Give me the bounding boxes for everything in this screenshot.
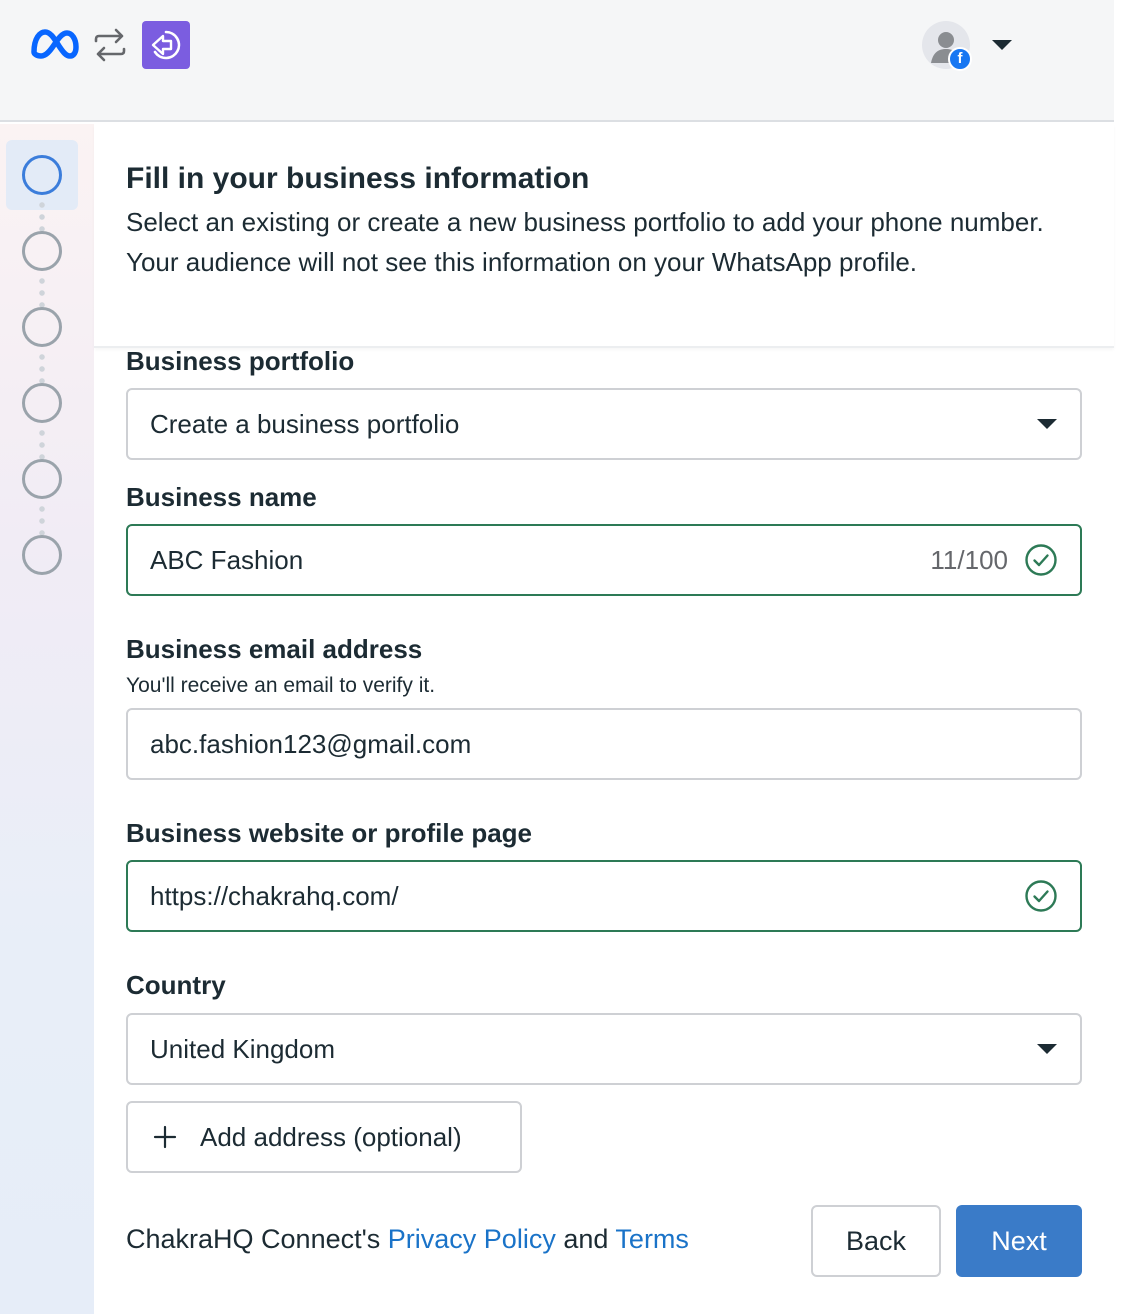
step-6-indicator xyxy=(22,535,62,575)
step-2-indicator xyxy=(22,231,62,271)
step-5-indicator xyxy=(22,459,62,499)
portfolio-label: Business portfolio xyxy=(126,346,355,376)
step-4-indicator xyxy=(22,383,62,423)
chevron-down-icon xyxy=(1037,1044,1057,1054)
portfolio-select[interactable]: Create a business portfolio xyxy=(126,388,1082,460)
app-glyph-icon xyxy=(151,30,181,60)
app-diamond-arrow-icon[interactable] xyxy=(142,21,190,69)
email-label: Business email address xyxy=(126,634,423,664)
panel-header: Fill in your business information Select… xyxy=(94,124,1114,348)
step-connector xyxy=(39,503,45,539)
step-connector xyxy=(39,199,45,235)
step-progress-rail xyxy=(0,124,94,1314)
account-menu-caret-icon[interactable] xyxy=(990,38,1014,52)
website-field[interactable]: https://chakrahq.com/ xyxy=(126,860,1082,932)
step-connector xyxy=(39,351,45,387)
back-button[interactable]: Back xyxy=(811,1205,941,1277)
business-name-label: Business name xyxy=(126,482,317,512)
terms-link[interactable]: Terms xyxy=(615,1224,689,1254)
page-subtitle: Select an existing or create a new busin… xyxy=(126,207,1044,277)
page-title: Fill in your business information xyxy=(126,162,590,195)
check-circle-icon xyxy=(1025,880,1057,912)
facebook-badge-icon: f xyxy=(948,47,972,71)
plus-icon xyxy=(153,1125,177,1149)
meta-logo-icon[interactable] xyxy=(28,26,80,62)
add-address-button[interactable]: Add address (optional) xyxy=(126,1101,522,1173)
business-name-value: ABC Fashion xyxy=(150,544,304,575)
account-avatar[interactable]: f xyxy=(922,21,972,71)
privacy-policy-link[interactable]: Privacy Policy xyxy=(388,1224,556,1254)
portfolio-selected-value: Create a business portfolio xyxy=(150,408,460,439)
top-header: f xyxy=(0,0,1114,122)
footer-prefix: ChakraHQ Connect's xyxy=(126,1224,381,1254)
switch-arrows-icon xyxy=(94,28,126,62)
step-connector xyxy=(39,275,45,311)
website-value: https://chakrahq.com/ xyxy=(150,880,399,911)
next-button[interactable]: Next xyxy=(956,1205,1082,1277)
legal-footer: ChakraHQ Connect's Privacy Policy and Te… xyxy=(126,1224,689,1255)
country-select[interactable]: United Kingdom xyxy=(126,1013,1082,1085)
footer-conjunction: and xyxy=(563,1224,609,1254)
email-value: abc.fashion123@gmail.com xyxy=(150,728,472,759)
country-selected-value: United Kingdom xyxy=(150,1033,335,1064)
business-name-field[interactable]: ABC Fashion 11/100 xyxy=(126,524,1082,596)
step-connector xyxy=(39,427,45,463)
website-label: Business website or profile page xyxy=(126,818,532,848)
email-field[interactable]: abc.fashion123@gmail.com xyxy=(126,708,1082,780)
step-1-indicator xyxy=(22,155,62,195)
country-label: Country xyxy=(126,970,226,1000)
chevron-down-icon xyxy=(1037,419,1057,429)
add-address-label: Add address (optional) xyxy=(200,1121,462,1152)
business-info-panel: Fill in your business information Select… xyxy=(94,124,1114,1308)
email-help-text: You'll receive an email to verify it. xyxy=(126,674,436,697)
character-counter: 11/100 xyxy=(930,544,1008,575)
check-circle-icon xyxy=(1025,544,1057,576)
step-3-indicator xyxy=(22,307,62,347)
